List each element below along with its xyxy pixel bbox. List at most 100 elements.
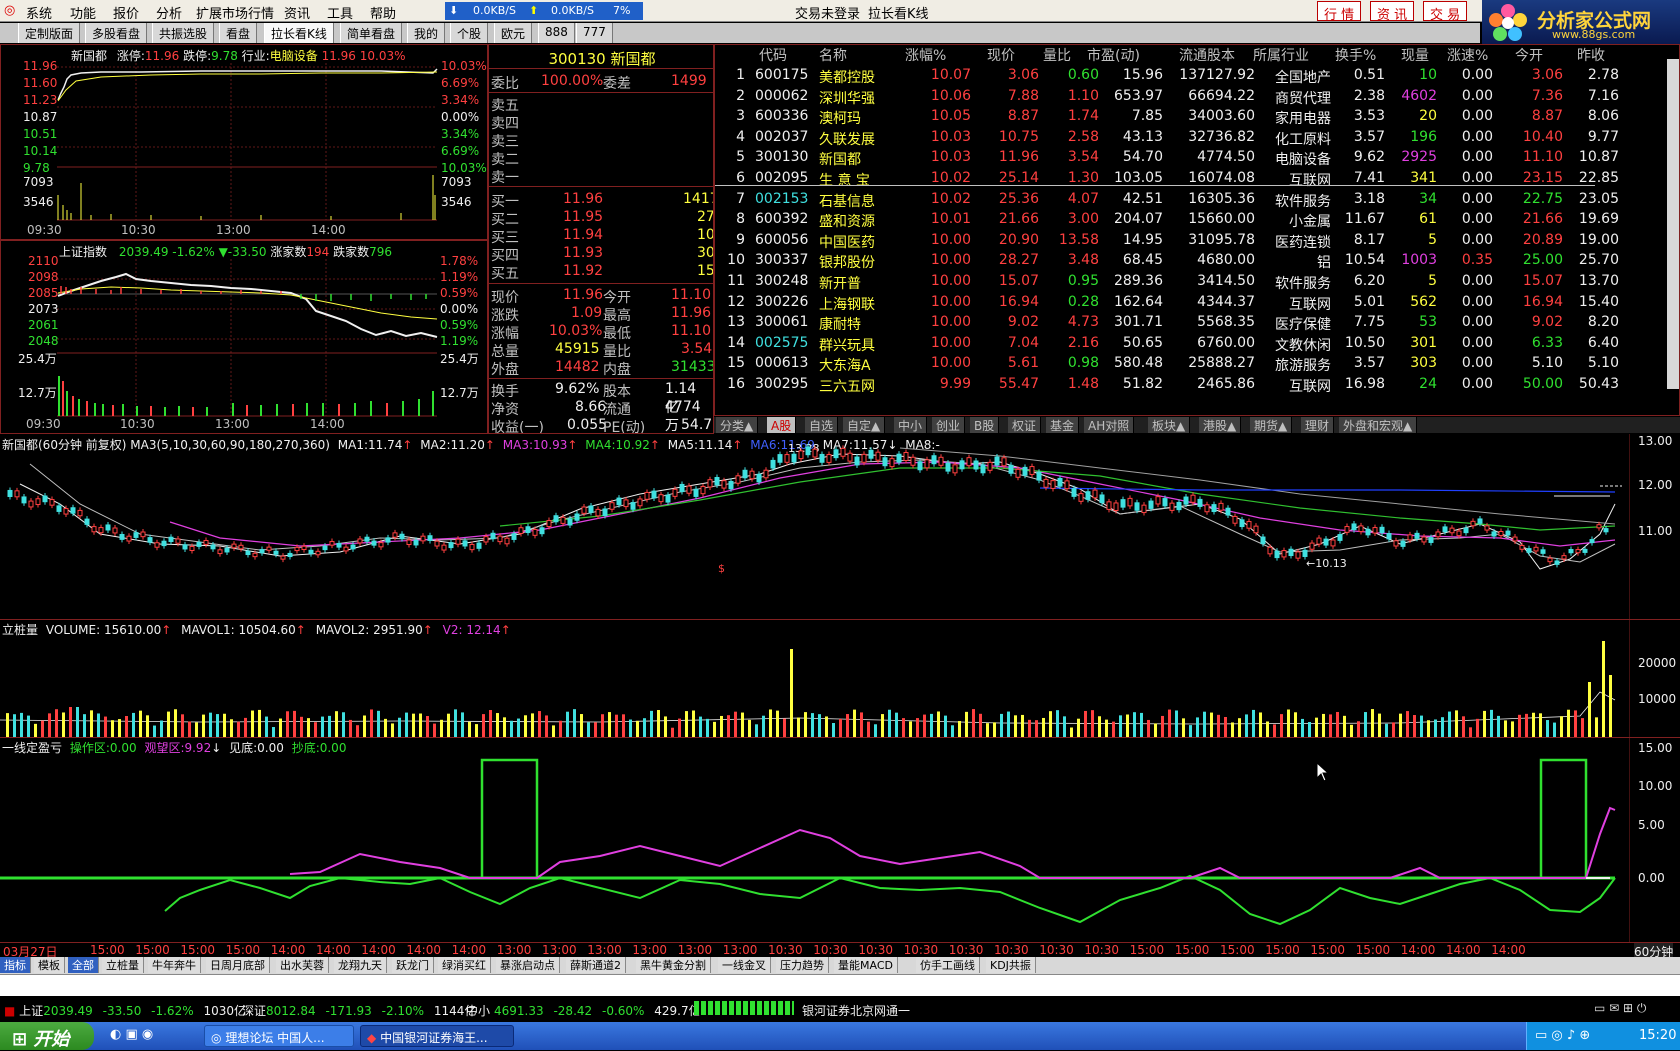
market-tab[interactable]: 板块▲ — [1148, 417, 1191, 433]
col-header-speed[interactable]: 涨速% — [1447, 45, 1488, 65]
market-tab[interactable]: 自定▲ — [843, 417, 886, 433]
indicator-tab[interactable]: 量能MACD — [834, 957, 898, 973]
tab-mine[interactable]: 我的 — [407, 23, 446, 43]
news-button[interactable]: 资 讯 — [1370, 1, 1415, 23]
tab-custom-layout[interactable]: 定制版面 — [18, 23, 81, 43]
market-tab[interactable]: 分类▲ — [716, 417, 759, 433]
menu-system[interactable]: 系统 — [26, 3, 52, 22]
market-tab[interactable]: 理财 — [1301, 417, 1335, 433]
col-header-volratio[interactable]: 量比 — [1043, 45, 1071, 65]
indicator-tab[interactable]: 模板 — [34, 957, 65, 973]
indicator-tab[interactable]: 出水芙蓉 — [276, 957, 329, 973]
menu-help[interactable]: 帮助 — [370, 3, 396, 22]
login-status[interactable]: 交易未登录 — [795, 3, 860, 22]
table-row[interactable]: 8 600392 盛和资源 10.01 21.66 3.00 204.07 15660.00 小… — [715, 210, 1619, 231]
table-row[interactable]: 6 002095 生 意 宝 10.02 25.14 1.30 103.05 16074.08… — [715, 169, 1619, 190]
sz-index-status[interactable]: 深证8012.84 -171.93 -2.10% 1144亿 — [242, 1002, 476, 1019]
indicator-tab[interactable]: 立桩量 — [102, 957, 144, 973]
tab-resonance[interactable]: 共振选股 — [152, 23, 215, 43]
table-row[interactable]: 3 600336 澳柯玛 10.05 8.87 1.74 7.85 34003.60 家用电器 3… — [715, 107, 1619, 128]
broker-server[interactable]: 银河证券北京网通一 — [802, 1002, 910, 1019]
menu-function[interactable]: 功能 — [70, 3, 96, 22]
taskbar-app-trading[interactable]: ◆ 中国银河证券海王... — [360, 1025, 514, 1047]
table-row[interactable]: 7 002153 石基信息 10.02 25.36 4.07 42.51 16305.36 软件… — [715, 190, 1619, 211]
app-icon[interactable]: ◎ — [4, 3, 15, 18]
col-header-name[interactable]: 名称 — [819, 45, 847, 65]
volume-chart[interactable]: 立桩量 VOLUME: 15610.00↑ MAVOL1: 10504.60↑ … — [0, 620, 1680, 738]
indicator-tab[interactable]: 全部 — [68, 957, 99, 973]
tab-simple[interactable]: 简单看盘 — [340, 23, 403, 43]
col-header-open[interactable]: 今开 — [1515, 45, 1543, 65]
market-tab[interactable]: 期货▲ — [1250, 417, 1293, 433]
quote-button[interactable]: 行 情 — [1317, 1, 1362, 23]
table-row[interactable]: 13 300061 康耐特 10.00 9.02 4.73 301.71 5568.35 医疗保… — [715, 313, 1619, 334]
table-row[interactable]: 9 600056 中国医药 10.00 20.90 13.58 14.95 31095.78 医… — [715, 231, 1619, 252]
market-tab[interactable]: AH对照 — [1084, 417, 1135, 433]
col-header-float[interactable]: 流通股本 — [1179, 45, 1235, 65]
tab-multi-stock[interactable]: 多股看盘 — [85, 23, 148, 43]
intraday-stock-chart[interactable]: 新国都 涨停:11.96 跌停:9.78 行业:电脑设备 11.96 10.03… — [0, 44, 488, 240]
sme-index-status[interactable]: 中小 4691.33 -28.42 -0.60% 429.7亿 — [466, 1002, 701, 1019]
tray-icons[interactable]: ▭ ◎ ♪ ⊕ — [1535, 1028, 1590, 1043]
indicator-tab[interactable]: 指标 — [0, 957, 31, 973]
indicator-chart[interactable]: 一线定盈亏 操作区:0.00 观望区:9.92↓ 见底:0.00 抄底:0.00… — [0, 738, 1680, 942]
menu-analysis[interactable]: 分析 — [156, 3, 182, 22]
indicator-tab[interactable]: 暴涨启动点 — [496, 957, 560, 973]
indicator-tab[interactable]: 龙翔九天 — [334, 957, 387, 973]
quicklaunch-icons[interactable]: ◐ ▣ ◉ — [110, 1027, 153, 1042]
market-tab[interactable]: 权证 — [1008, 417, 1042, 433]
market-tab[interactable]: B股 — [970, 417, 1000, 433]
table-row[interactable]: 16 300295 三六五网 9.99 55.47 1.48 51.82 2465.86 互联网… — [715, 375, 1619, 396]
tab-long-kline[interactable]: 拉长看K线 — [264, 23, 334, 43]
menu-extended-market[interactable]: 扩展市场行情 — [196, 3, 274, 22]
trade-button[interactable]: 交 易 — [1423, 1, 1468, 23]
table-row[interactable]: 1 600175 美都控股 10.07 3.06 0.60 15.96 137127.92 全国… — [715, 66, 1619, 87]
table-row[interactable]: 15 000613 大东海A 10.00 5.61 0.98 580.48 25888.27 旅… — [715, 354, 1619, 375]
table-row[interactable]: 2 000062 深圳华强 10.06 7.88 1.10 653.97 66694.22 商贸… — [715, 87, 1619, 108]
market-tab[interactable]: 外盘和宏观▲ — [1339, 417, 1418, 433]
indicator-tab[interactable]: 跃龙门 — [392, 957, 434, 973]
col-header-industry[interactable]: 所属行业 — [1253, 45, 1309, 65]
indicator-tab[interactable]: 压力趋势 — [776, 957, 829, 973]
market-tab[interactable]: 中小 — [894, 417, 928, 433]
market-tab[interactable]: 基金 — [1046, 417, 1080, 433]
indicator-tab[interactable]: 绿消买红 — [438, 957, 491, 973]
indicator-tab[interactable]: 黑牛黄金分割 — [636, 957, 711, 973]
market-tab[interactable]: 港股▲ — [1199, 417, 1242, 433]
input-strip[interactable] — [0, 974, 1680, 996]
tab-777[interactable]: 777 — [576, 23, 613, 43]
table-row[interactable]: 5 300130 新国都 10.03 11.96 3.54 54.70 4774.50 电脑设备… — [715, 148, 1619, 169]
table-scrollbar[interactable] — [1667, 59, 1679, 389]
col-header-pe[interactable]: 市盈(动) — [1087, 45, 1140, 65]
table-row[interactable]: 10 300337 银邦股份 10.00 28.27 3.48 68.45 4680.00 铝 1… — [715, 251, 1619, 272]
indicator-tab[interactable]: 薛斯通道2 — [566, 957, 626, 973]
tab-euro[interactable]: 欧元 — [494, 23, 533, 43]
col-header-pct[interactable]: 涨幅% — [905, 45, 946, 65]
indicator-tab[interactable]: 牛年奔牛 — [148, 957, 201, 973]
kline-chart[interactable]: 新国都(60分钟 前复权) MA3(5,10,30,60,90,180,270,… — [0, 434, 1680, 620]
market-tab[interactable]: 创业 — [932, 417, 966, 433]
start-button[interactable]: ⊞ 开始 — [0, 1022, 94, 1050]
table-row[interactable]: 14 002575 群兴玩具 10.00 7.04 2.16 50.65 6760.00 文教休… — [715, 334, 1619, 355]
menu-news[interactable]: 资讯 — [284, 3, 310, 22]
col-header-prevclose[interactable]: 昨收 — [1577, 45, 1605, 65]
market-tab[interactable]: 自选 — [805, 417, 839, 433]
taskbar-app-forum[interactable]: ◎ 理想论坛 中国人... — [204, 1025, 354, 1047]
sh-index-status[interactable]: ■ 上证2039.49 -33.50 -1.62% 1030亿 — [4, 1002, 246, 1019]
table-row[interactable]: 12 300226 上海钢联 10.00 16.94 0.28 162.64 4344.37 互… — [715, 293, 1619, 314]
tab-watch[interactable]: 看盘 — [219, 23, 258, 43]
tab-single-stock[interactable]: 个股 — [450, 23, 489, 43]
market-tab[interactable]: A股 — [767, 417, 797, 433]
table-row[interactable]: 11 300248 新开普 10.00 15.07 0.95 289.36 3414.50 软件… — [715, 272, 1619, 293]
col-header-price[interactable]: 现价 — [987, 45, 1015, 65]
col-header-curvol[interactable]: 现量 — [1401, 45, 1429, 65]
indicator-tab[interactable]: 日周月底部 — [206, 957, 270, 973]
indicator-tab[interactable]: KDJ共振 — [986, 957, 1036, 973]
col-header-turnover[interactable]: 换手% — [1335, 45, 1376, 65]
menu-quote[interactable]: 报价 — [113, 3, 139, 22]
col-header-code[interactable]: 代码 — [759, 45, 787, 65]
menu-tools[interactable]: 工具 — [327, 3, 353, 22]
indicator-tab[interactable]: 仿手工画线 — [916, 957, 980, 973]
tab-888[interactable]: 888 — [538, 23, 575, 43]
table-row[interactable]: 4 002037 久联发展 10.03 10.75 2.58 43.13 32736.82 化工… — [715, 128, 1619, 149]
